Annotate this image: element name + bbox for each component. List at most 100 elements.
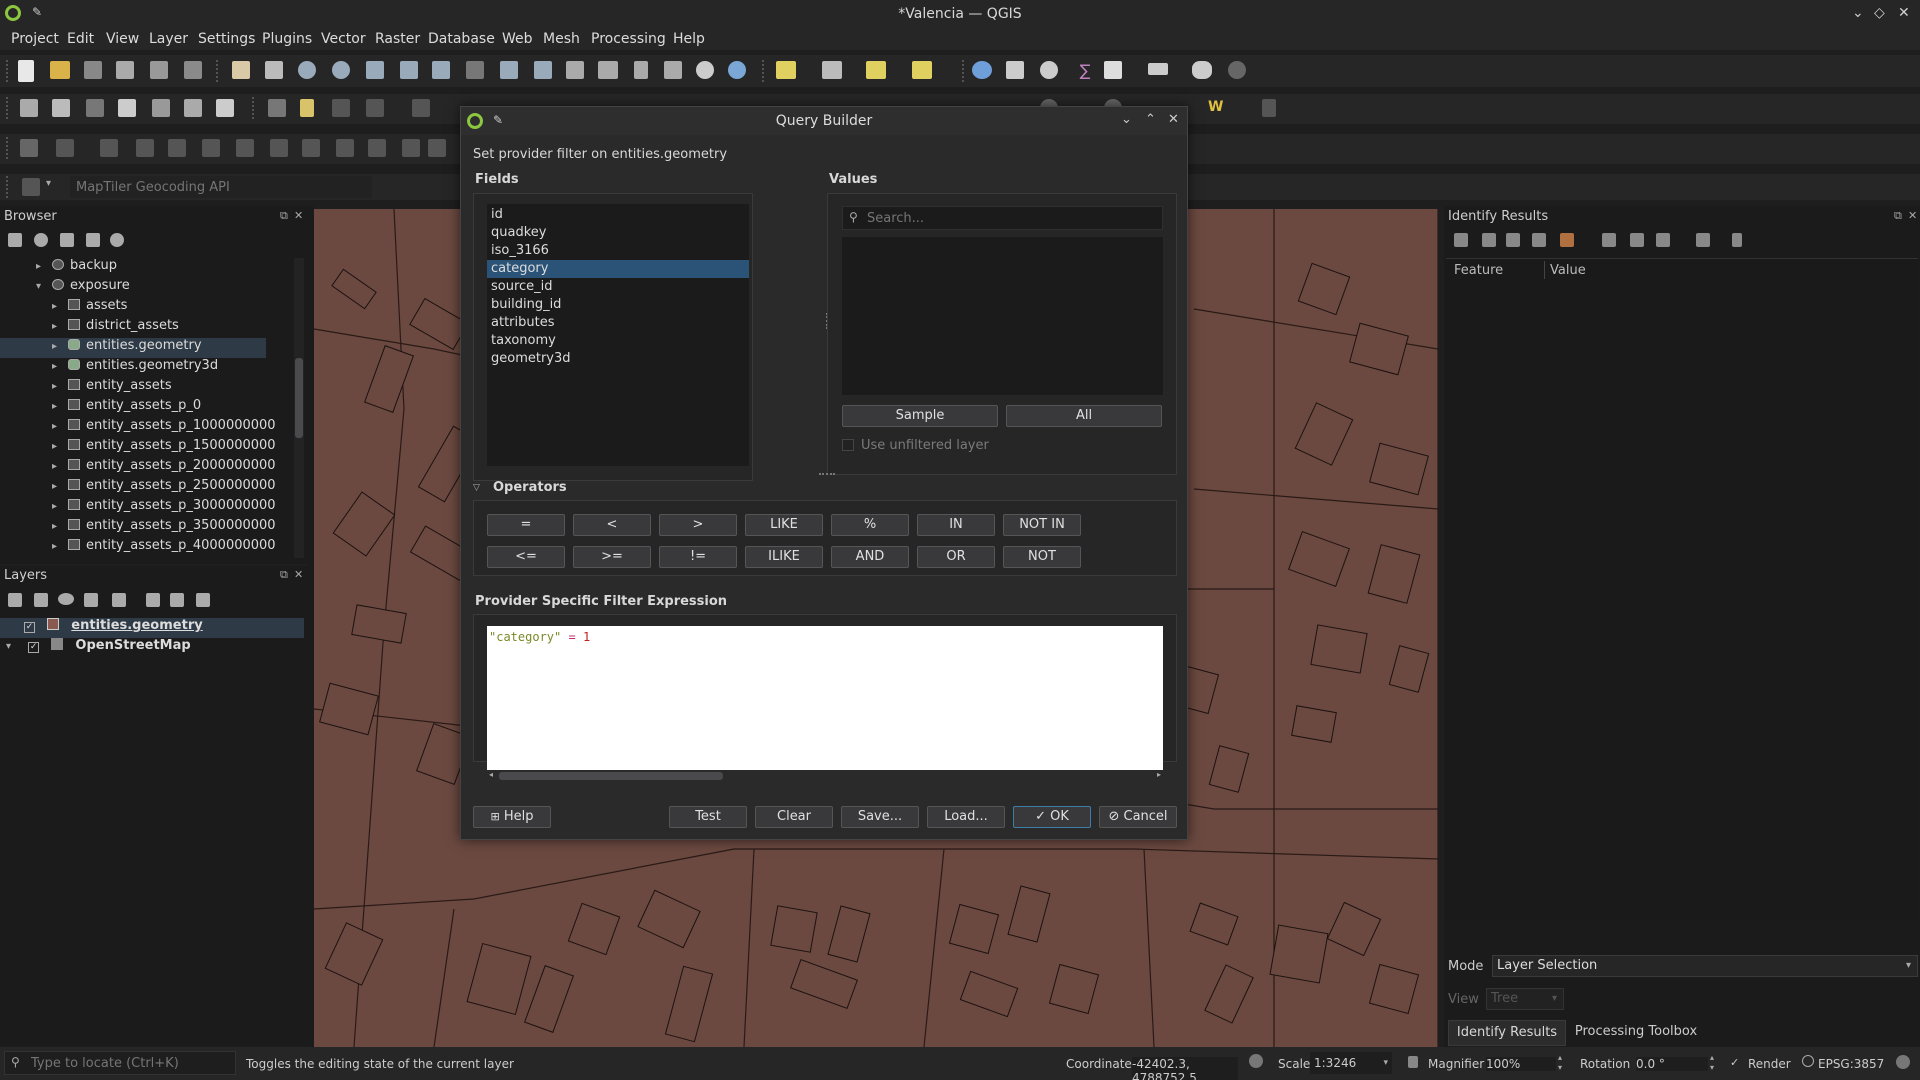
- help-icon[interactable]: [1732, 233, 1742, 247]
- close-panel-icon[interactable]: ✕: [1908, 209, 1917, 222]
- messages-icon[interactable]: [1896, 1055, 1910, 1069]
- tree-item-entities-geometry3d[interactable]: ▸ entities.geometry3d: [52, 358, 218, 378]
- field-item-taxonomy[interactable]: taxonomy: [487, 332, 749, 350]
- open-project-icon[interactable]: [50, 61, 70, 79]
- add-part-icon[interactable]: [236, 139, 254, 157]
- load-button[interactable]: Load...: [927, 806, 1005, 828]
- layer-item-openstreetmap[interactable]: ▾ ✓ OpenStreetMap: [6, 638, 191, 658]
- tree-item-entity-assets-p-2500000000[interactable]: ▸ entity_assets_p_2500000000: [52, 478, 276, 498]
- remove-layer-icon[interactable]: [196, 593, 210, 607]
- collapse-all-icon[interactable]: [86, 233, 100, 247]
- view-select[interactable]: Tree ▾: [1486, 988, 1564, 1010]
- new-geopackage-icon[interactable]: [52, 99, 70, 117]
- highlight-icon[interactable]: [1560, 233, 1574, 247]
- collapse-tree-icon[interactable]: [1482, 233, 1496, 247]
- close-panel-icon[interactable]: ✕: [294, 209, 303, 222]
- geocoder-input[interactable]: [70, 176, 372, 198]
- menu-project[interactable]: Project: [11, 31, 59, 47]
- new-project-icon[interactable]: [18, 60, 34, 82]
- tree-item-entity-assets-p-0[interactable]: ▸ entity_assets_p_0: [52, 398, 201, 418]
- field-item-quadkey[interactable]: quadkey: [487, 224, 749, 242]
- horizontal-splitter-handle[interactable]: [819, 473, 835, 475]
- menu-layer[interactable]: Layer: [149, 31, 188, 47]
- operator-equals-button[interactable]: =: [487, 514, 565, 536]
- deselect-icon[interactable]: [866, 61, 886, 79]
- pan-icon[interactable]: [232, 61, 250, 79]
- test-button[interactable]: Test: [669, 806, 747, 828]
- expand-all-icon[interactable]: [146, 593, 160, 607]
- cancel-button[interactable]: ⊘ Cancel: [1099, 806, 1177, 828]
- layout-manager-icon[interactable]: [150, 61, 168, 79]
- menu-view[interactable]: View: [106, 31, 139, 47]
- statistics-icon[interactable]: [1104, 61, 1122, 79]
- rotate-feature-icon[interactable]: [136, 139, 154, 157]
- mode-select[interactable]: Layer Selection ▾: [1492, 955, 1918, 977]
- filter-browser-icon[interactable]: [60, 233, 74, 247]
- attribute-table-icon[interactable]: [822, 61, 842, 79]
- identify-mode-icon[interactable]: [1656, 233, 1670, 247]
- print-icon[interactable]: [1630, 233, 1644, 247]
- layer-item-entities-geometry[interactable]: ✓ entities.geometry: [0, 618, 304, 638]
- browser-scrollbar[interactable]: [294, 258, 304, 558]
- search-input[interactable]: [867, 208, 1157, 228]
- field-item-id[interactable]: id: [487, 206, 749, 224]
- collapse-all-icon[interactable]: [170, 593, 184, 607]
- measure-icon[interactable]: [1148, 63, 1168, 75]
- operator-greater-than-button[interactable]: >: [659, 514, 737, 536]
- operator-in-button[interactable]: IN: [917, 514, 995, 536]
- float-panel-icon[interactable]: ⧉: [1894, 209, 1902, 223]
- identify-icon[interactable]: [972, 61, 992, 79]
- help-icon[interactable]: [1262, 99, 1276, 117]
- float-panel-icon[interactable]: ⧉: [280, 209, 288, 223]
- delete-part-icon[interactable]: [336, 139, 354, 157]
- identify-settings-icon[interactable]: [1696, 233, 1710, 247]
- menu-web[interactable]: Web: [502, 31, 533, 47]
- operator-and-button[interactable]: AND: [831, 546, 909, 568]
- tree-item-entity-assets-p-4000000000[interactable]: ▸ entity_assets_p_4000000000: [52, 538, 276, 558]
- float-panel-icon[interactable]: ⧉: [280, 568, 288, 582]
- column-header-feature[interactable]: Feature: [1454, 263, 1503, 278]
- pencil-icon[interactable]: [300, 99, 314, 117]
- settings-gear-icon[interactable]: [1040, 61, 1058, 79]
- operator-less-than-button[interactable]: <: [573, 514, 651, 536]
- split-features-icon[interactable]: [428, 139, 446, 157]
- tree-item-entity-assets-p-3000000000[interactable]: ▸ entity_assets_p_3000000000: [52, 498, 276, 518]
- sum-icon[interactable]: ∑: [1074, 61, 1096, 83]
- menu-help[interactable]: Help: [673, 31, 705, 47]
- print-layout-icon[interactable]: [116, 61, 134, 79]
- zoom-last-icon[interactable]: [500, 61, 518, 79]
- field-calculator-icon[interactable]: [1006, 61, 1024, 79]
- refresh-icon[interactable]: [728, 61, 746, 79]
- layer-styling-icon[interactable]: [8, 593, 22, 607]
- operator-greater-equal-button[interactable]: >=: [573, 546, 651, 568]
- values-search[interactable]: ⚲: [842, 206, 1163, 230]
- zoom-selection-icon[interactable]: [400, 61, 418, 79]
- advanced-digitize-icon[interactable]: [20, 139, 38, 157]
- plugin-w-icon[interactable]: W: [1208, 99, 1230, 121]
- expand-tree-icon[interactable]: [1454, 233, 1468, 247]
- move-feature-icon[interactable]: [100, 139, 118, 157]
- expand-icon[interactable]: ▾: [6, 641, 18, 652]
- menu-mesh[interactable]: Mesh: [543, 31, 580, 47]
- tree-item-assets[interactable]: ▸ assets: [52, 298, 127, 318]
- offset-curve-icon[interactable]: [402, 139, 420, 157]
- locator-box[interactable]: ⚲: [4, 1051, 236, 1075]
- save-project-icon[interactable]: [84, 61, 102, 79]
- tree-item-exposure[interactable]: ▾ exposure: [36, 278, 130, 298]
- toggle-editing-icon[interactable]: [268, 99, 286, 117]
- tree-item-backup[interactable]: ▸ backup: [36, 258, 117, 278]
- add-layer-icon[interactable]: [216, 99, 234, 117]
- zoom-in-icon[interactable]: [298, 61, 316, 79]
- tree-item-entity-assets[interactable]: ▸ entity_assets: [52, 378, 172, 398]
- tab-processing-toolbox[interactable]: Processing Toolbox: [1570, 1020, 1702, 1046]
- tree-item-entity-assets-p-2000000000[interactable]: ▸ entity_assets_p_2000000000: [52, 458, 276, 478]
- filter-expression-icon[interactable]: [112, 593, 126, 607]
- zoom-out-icon[interactable]: [332, 61, 350, 79]
- rotation-value[interactable]: 0.0 °: [1636, 1057, 1708, 1071]
- copy-icon[interactable]: [1602, 233, 1616, 247]
- column-header-value[interactable]: Value: [1550, 263, 1586, 278]
- new-map-view-icon[interactable]: [566, 61, 584, 79]
- toggle-extents-icon[interactable]: [1249, 1054, 1263, 1068]
- all-button[interactable]: All: [1006, 405, 1162, 427]
- maximize-icon[interactable]: ⌃: [1145, 112, 1156, 127]
